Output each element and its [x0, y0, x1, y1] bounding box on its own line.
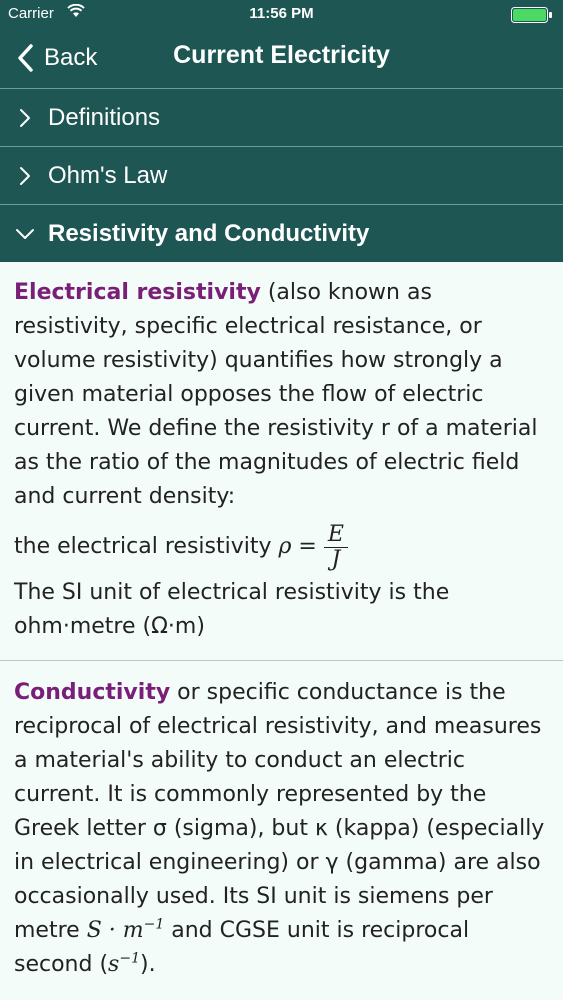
conductivity-text: or specific conductance is the reciproca…	[14, 680, 545, 943]
section-label: Definitions	[48, 103, 161, 131]
chevron-down-icon	[16, 228, 34, 239]
resistivity-formula: the electrical resistivity ρ = E J	[14, 518, 549, 576]
page-title: Current Electricity	[173, 41, 390, 69]
unit-cgse-exponent: −1	[119, 950, 140, 967]
back-button[interactable]: Back	[14, 38, 97, 78]
chevron-left-icon	[18, 44, 33, 72]
unit-cgse: s	[108, 952, 120, 977]
formula-denominator: J	[331, 546, 341, 572]
navigation-bar: Back Current Electricity	[0, 28, 563, 88]
section-definitions[interactable]: Definitions	[0, 88, 563, 146]
back-label: Back	[44, 44, 98, 71]
formula-numerator: E	[323, 522, 348, 548]
formula-prefix: the electrical resistivity	[14, 534, 279, 559]
formula-fraction: E J	[323, 522, 348, 572]
section-label: Ohm's Law	[48, 161, 168, 189]
divider	[0, 660, 563, 661]
status-bar: Carrier 11:56 PM	[0, 0, 563, 28]
resistivity-text: (also known as resistivity, specific ele…	[14, 280, 538, 509]
term-conductivity: Conductivity	[14, 680, 171, 705]
resistivity-unit: The SI unit of electrical resistivity is…	[14, 580, 450, 639]
unit-si: S · m	[86, 918, 144, 943]
unit-si-exponent: −1	[143, 916, 165, 933]
conductivity-text3: ).	[139, 952, 156, 977]
status-time: 11:56 PM	[249, 5, 314, 22]
chevron-right-icon	[20, 166, 30, 185]
conductivity-paragraph: Conductivity or specific conductance is …	[14, 676, 549, 982]
conductivity-content: Conductivity or specific conductance is …	[0, 676, 563, 982]
resistivity-content: Electrical resistivity (also known as re…	[0, 276, 563, 644]
resistivity-paragraph: Electrical resistivity (also known as re…	[14, 276, 549, 514]
term-electrical-resistivity: Electrical resistivity	[14, 280, 261, 305]
section-resistivity-conductivity[interactable]: Resistivity and Conductivity	[0, 204, 563, 262]
section-label: Resistivity and Conductivity	[48, 219, 370, 247]
battery-icon	[511, 7, 553, 27]
chevron-right-icon	[20, 108, 30, 127]
formula-lhs: ρ =	[278, 534, 317, 559]
section-ohms-law[interactable]: Ohm's Law	[0, 146, 563, 204]
